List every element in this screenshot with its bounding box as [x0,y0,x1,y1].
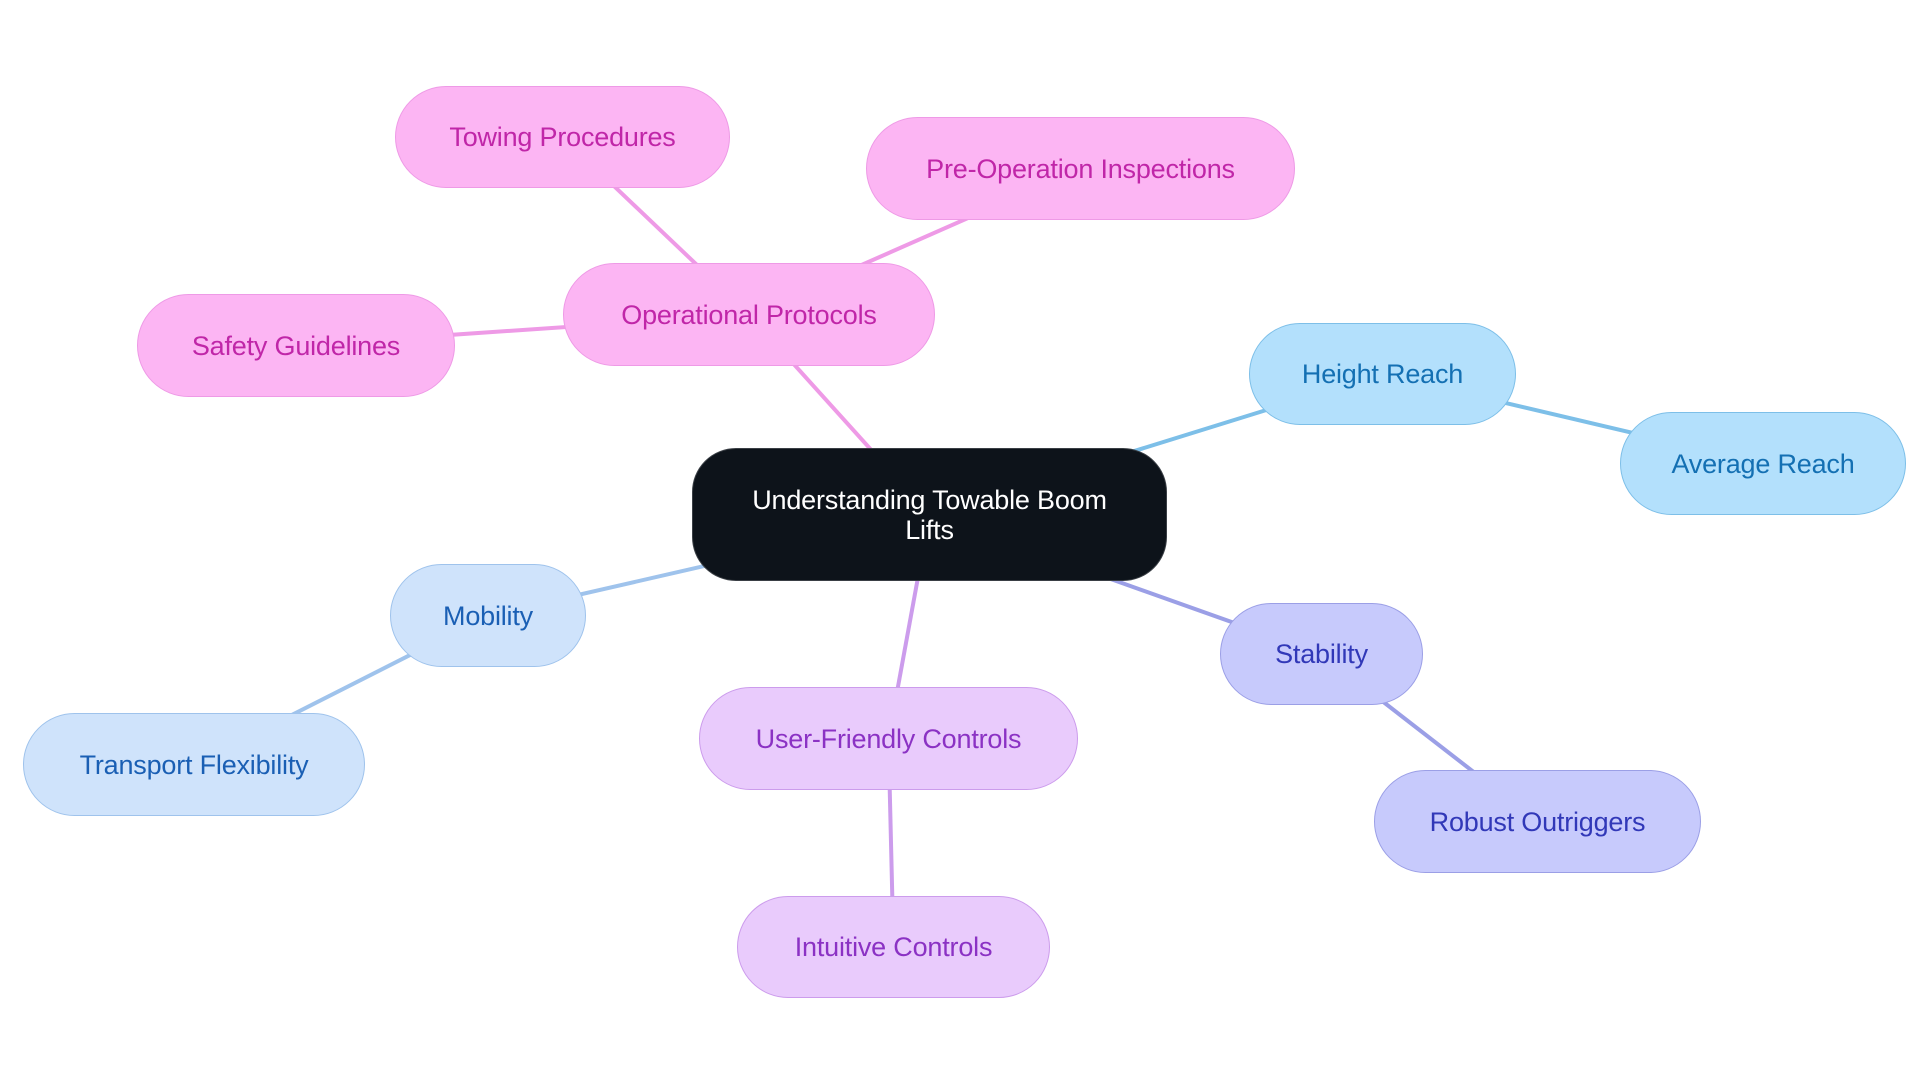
node-safety-guidelines[interactable]: Safety Guidelines [137,294,455,397]
node-mobility[interactable]: Mobility [390,564,586,667]
node-user-friendly-controls[interactable]: User-Friendly Controls [699,687,1078,790]
node-label: Safety Guidelines [191,330,401,361]
node-label: Height Reach [1301,359,1464,389]
node-label: Towing Procedures [449,122,676,152]
node-label: Average Reach [1671,448,1855,479]
node-height-reach[interactable]: Height Reach [1249,323,1516,425]
root-node-label: Understanding Towable Boom Lifts [752,484,1107,545]
node-average-reach[interactable]: Average Reach [1620,412,1906,515]
node-label: Transport Flexibility [79,749,309,780]
node-pre-operation-inspections[interactable]: Pre-Operation Inspections [866,117,1295,220]
node-label: Operational Protocols [621,299,877,330]
node-operational-protocols[interactable]: Operational Protocols [563,263,935,366]
node-label: Intuitive Controls [794,932,993,962]
node-towing-procedures[interactable]: Towing Procedures [395,86,730,188]
node-label: User-Friendly Controls [755,723,1022,754]
node-intuitive-controls[interactable]: Intuitive Controls [737,896,1050,998]
node-robust-outriggers[interactable]: Robust Outriggers [1374,770,1701,873]
node-label: Robust Outriggers [1429,806,1646,837]
node-stability[interactable]: Stability [1220,603,1423,705]
node-label: Stability [1275,639,1368,669]
root-node[interactable]: Understanding Towable Boom Lifts [692,448,1167,581]
node-label: Mobility [443,600,533,631]
node-transport-flexibility[interactable]: Transport Flexibility [23,713,365,816]
node-label: Pre-Operation Inspections [926,153,1235,184]
